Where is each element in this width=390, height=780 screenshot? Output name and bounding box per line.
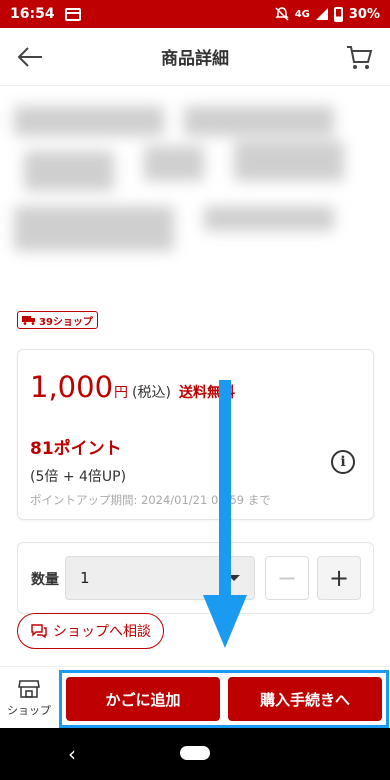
store-icon <box>18 679 40 698</box>
consult-shop-button[interactable]: ショップへ相談 <box>17 613 164 649</box>
add-to-cart-button[interactable]: かごに追加 <box>66 677 220 721</box>
price-value: 1,000 <box>30 370 114 404</box>
bottom-action-bar: ショップ かごに追加 購入手続きへ <box>0 666 390 728</box>
info-icon[interactable]: i <box>331 450 355 474</box>
price-card: 1,000 円 (税込) 送料無料 81ポイント (5倍 + 4倍UP) ポイン… <box>17 349 374 520</box>
battery-level: 30% <box>348 6 380 22</box>
truck-icon <box>22 316 35 325</box>
chevron-down-icon <box>228 575 240 581</box>
checkout-button[interactable]: 購入手続きへ <box>228 677 382 721</box>
price-currency: 円 <box>114 385 129 401</box>
signal-icon <box>315 8 328 20</box>
nav-home-icon[interactable] <box>180 746 210 760</box>
cart-icon[interactable] <box>344 42 374 72</box>
quantity-value: 1 <box>80 569 90 587</box>
system-nav-bar: ‹ <box>0 728 390 780</box>
quantity-select[interactable]: 1 <box>65 556 255 600</box>
cta-highlight: かごに追加 購入手続きへ <box>59 670 389 728</box>
shop-badge: 39ショップ <box>17 311 98 329</box>
status-icons: 4G 30% <box>274 6 380 22</box>
battery-icon <box>333 6 343 22</box>
points-value: 81ポイント <box>30 439 122 459</box>
network-type: 4G <box>294 8 310 20</box>
quantity-decrement-button[interactable]: − <box>265 556 309 600</box>
quantity-label: 数量 <box>31 572 59 588</box>
shop-badge-label: 39ショップ <box>39 316 93 328</box>
price-row: 1,000 円 (税込) 送料無料 <box>30 370 235 404</box>
mute-icon <box>274 7 289 21</box>
status-time: 16:54 <box>10 6 55 22</box>
quantity-increment-button[interactable]: + <box>317 556 361 600</box>
page-title: 商品詳細 <box>161 49 229 69</box>
app-header: 商品詳細 <box>0 28 390 86</box>
consult-shop-label: ショップへ相談 <box>53 624 151 640</box>
points-detail: (5倍 + 4倍UP) <box>30 469 127 485</box>
shop-tab[interactable]: ショップ <box>0 667 58 729</box>
shop-tab-label: ショップ <box>7 703 51 717</box>
chat-icon <box>31 624 47 639</box>
calendar-icon <box>64 7 81 21</box>
back-arrow-icon[interactable] <box>14 42 46 72</box>
free-shipping-label: 送料無料 <box>178 385 235 401</box>
product-image-blurred <box>0 92 390 272</box>
points-period: ポイントアップ期間: 2024/01/21 01:59 まで <box>30 493 271 507</box>
status-bar: 16:54 4G 30% <box>0 0 390 28</box>
quantity-card: 数量 1 − + <box>17 542 374 614</box>
tax-label: (税込) <box>132 385 171 401</box>
nav-back-icon[interactable]: ‹ <box>68 742 76 766</box>
